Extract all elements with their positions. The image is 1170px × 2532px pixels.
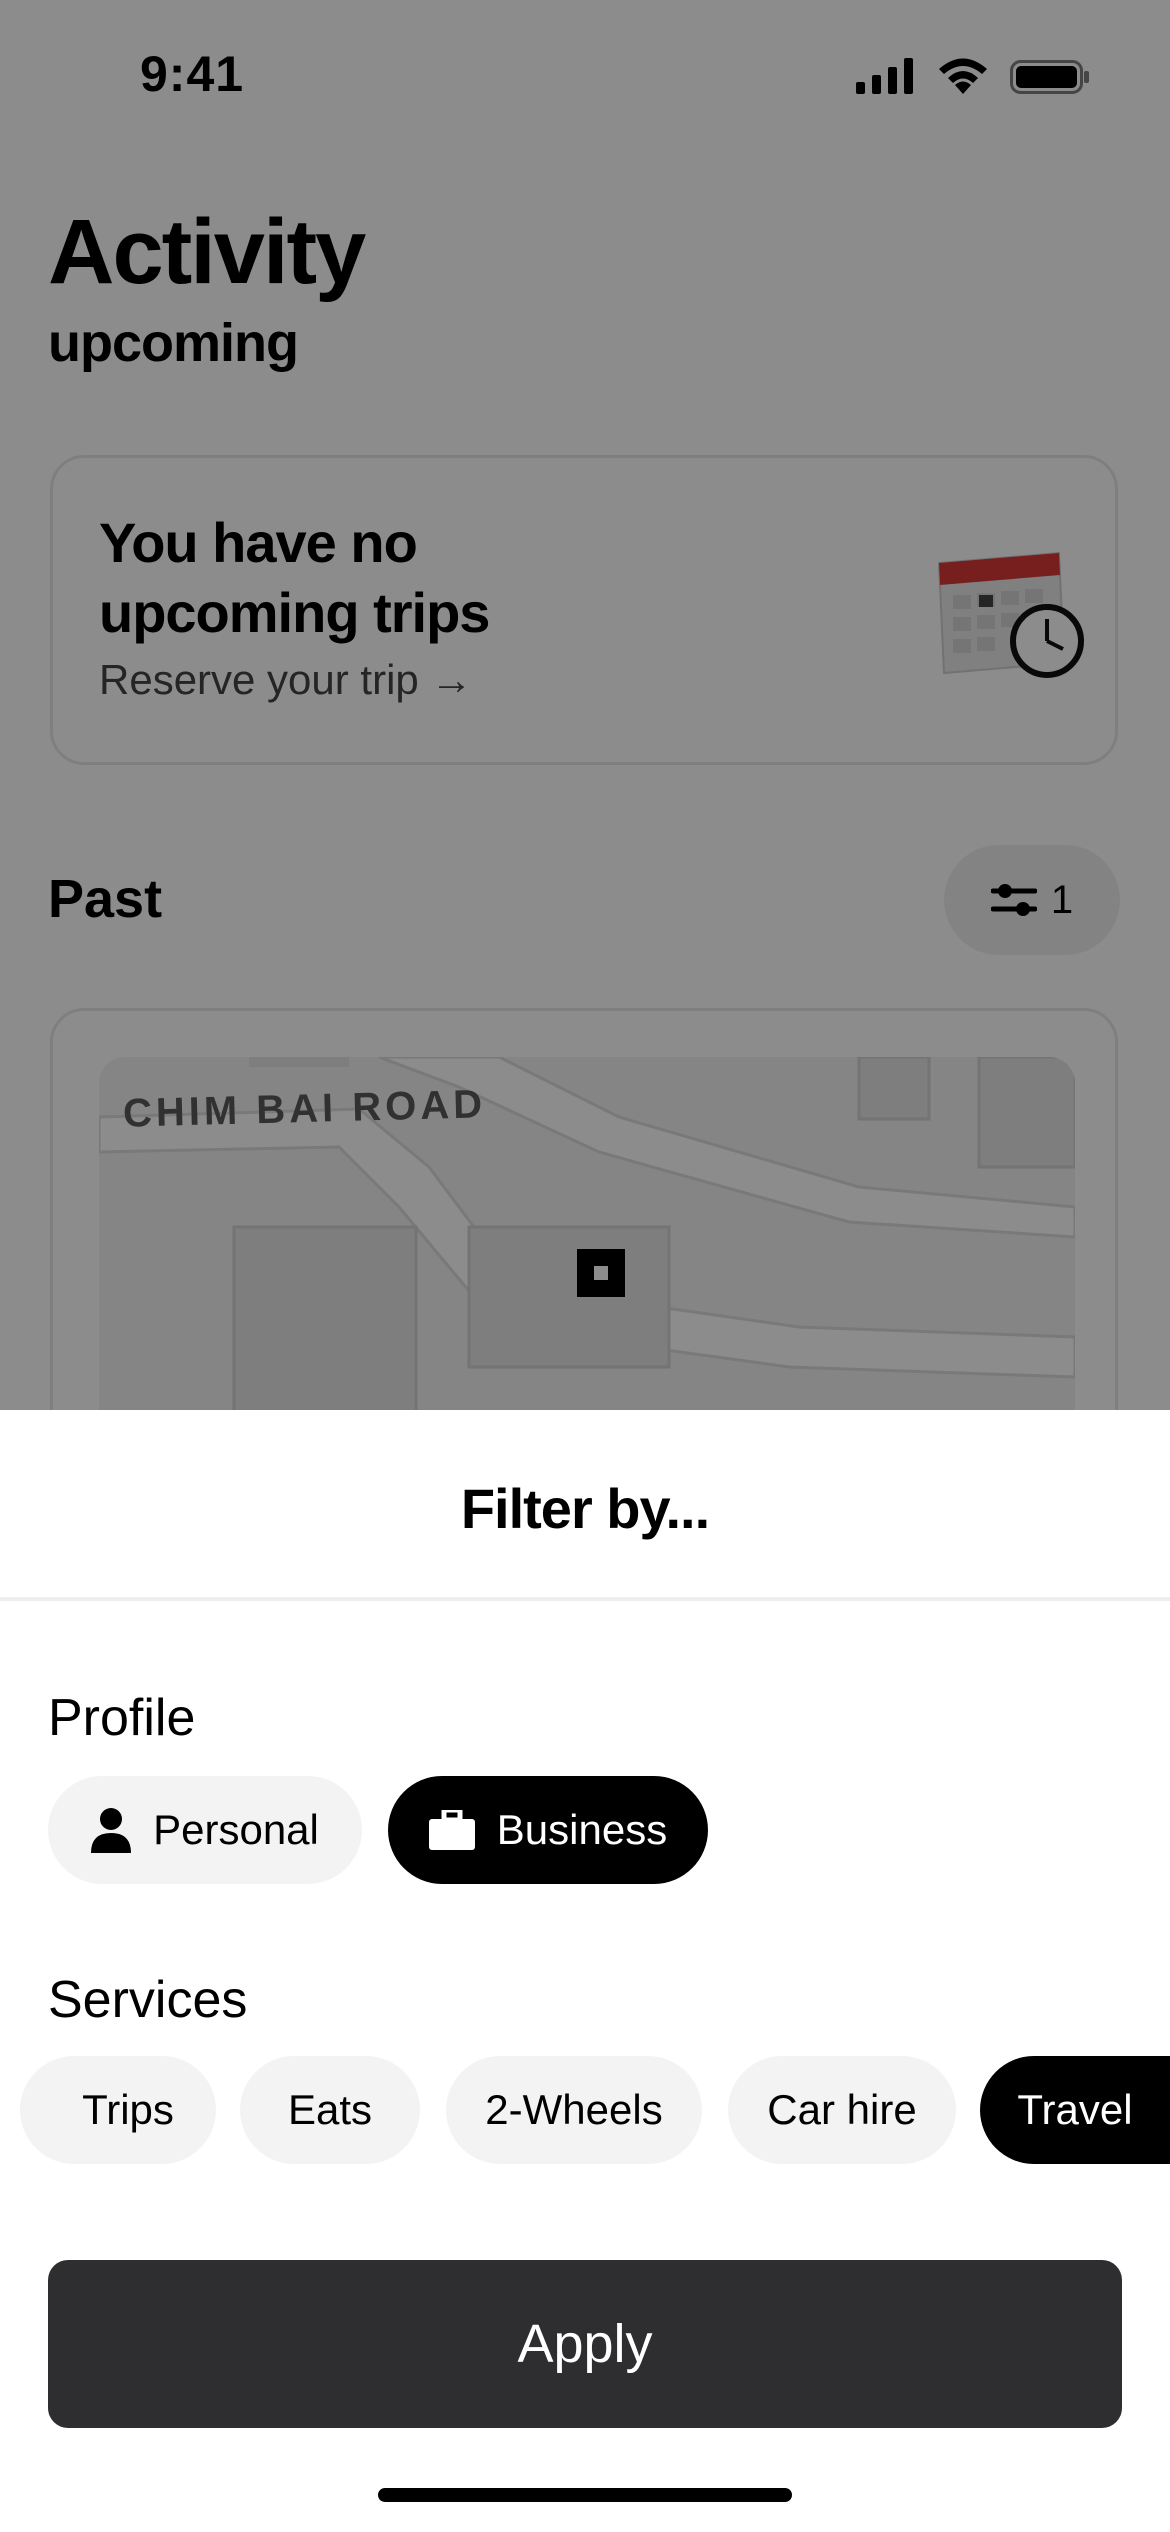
home-indicator — [378, 2488, 792, 2502]
service-chip-label: Eats — [287, 2086, 373, 2133]
service-chip-eats[interactable]: Eats — [240, 2056, 420, 2164]
service-chip-label: Travel — [1017, 2086, 1133, 2133]
profile-chip-label: Business — [496, 1806, 668, 1853]
service-chip-label: Trips — [82, 2086, 174, 2133]
person-icon — [91, 1808, 132, 1853]
profile-chip-business[interactable]: Business — [388, 1776, 708, 1884]
apply-button[interactable]: Apply — [48, 2260, 1122, 2428]
sheet-title: Filter by... — [460, 1477, 710, 1540]
service-chip-car-hire[interactable]: Car hire — [728, 2056, 956, 2164]
modal-scrim[interactable] — [0, 0, 1170, 1410]
service-chip-label: Car hire — [767, 2086, 917, 2133]
profile-chip-label: Personal — [153, 1806, 319, 1853]
sheet-divider — [0, 1597, 1170, 1601]
service-chip-label: 2-Wheels — [485, 2086, 663, 2133]
filter-bottom-sheet: Filter by... Profile Personal Business S… — [0, 1410, 1170, 2532]
service-chip-2-wheels[interactable]: 2-Wheels — [446, 2056, 702, 2164]
profile-chip-personal[interactable]: Personal — [48, 1776, 362, 1884]
services-label: Services — [48, 1971, 248, 2029]
service-chip-trips[interactable]: Trips — [20, 2056, 216, 2164]
profile-label: Profile — [48, 1689, 196, 1747]
service-chip-travel[interactable]: Travel — [980, 2056, 1170, 2164]
briefcase-icon — [428, 1810, 475, 1850]
